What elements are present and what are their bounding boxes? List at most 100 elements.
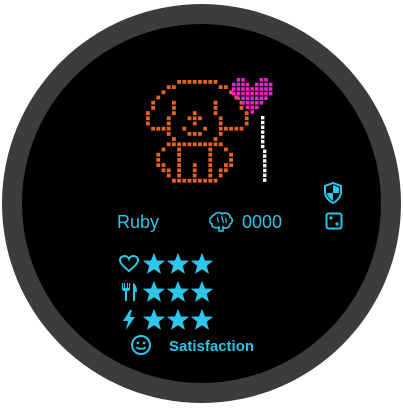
star-icon <box>142 308 166 332</box>
heart-outline-icon <box>116 252 142 276</box>
pet-pixel <box>172 137 176 141</box>
pet-pixel <box>224 126 228 131</box>
star-icon <box>166 252 190 276</box>
stat-row-happiness <box>116 252 214 276</box>
balloon-pixel <box>245 82 250 87</box>
pet-pixel <box>213 80 218 84</box>
pet-pixel <box>213 100 218 105</box>
brain-icon <box>208 211 234 232</box>
pet-pixel <box>161 163 166 167</box>
pet-pixel <box>166 85 171 89</box>
balloon-pixel <box>232 91 236 96</box>
balloon-pixel <box>255 101 259 105</box>
balloon-pixel <box>259 96 264 100</box>
pet-pixel <box>156 126 161 131</box>
pet-pixel <box>229 126 233 131</box>
star-icon <box>166 308 190 332</box>
pet-pixel <box>166 173 171 178</box>
balloon-pixel <box>245 101 250 105</box>
balloon-pixel <box>241 96 245 100</box>
star-icon <box>190 252 214 276</box>
pet-pixel <box>218 85 223 89</box>
pet-pixel <box>218 132 223 136</box>
pet-pixel <box>177 163 181 167</box>
pet-pixel <box>192 178 197 183</box>
pet-pixel <box>177 178 181 183</box>
pet-pixel <box>224 163 228 167</box>
stat-row-energy <box>116 308 214 332</box>
pet-pixel <box>187 116 192 121</box>
pet-pixel <box>208 80 213 84</box>
pet-pixel <box>224 168 228 173</box>
pet-pixel <box>177 147 181 152</box>
pet-pixel <box>172 100 176 105</box>
pet-pixel <box>166 132 171 136</box>
balloon-string-pixel <box>263 154 267 158</box>
pet-pixel <box>192 163 197 167</box>
pet-pixel <box>182 126 187 131</box>
pet-pixel <box>203 80 207 84</box>
balloon-pixel <box>268 91 273 96</box>
pet-pixel <box>172 178 176 183</box>
pet-pixel <box>177 80 181 84</box>
star-icon <box>142 252 166 276</box>
pet-pixel <box>229 163 233 167</box>
balloon-pixel <box>236 78 241 82</box>
balloon-pixel <box>241 78 245 82</box>
balloon-pixel <box>241 91 245 96</box>
shield-icon[interactable] <box>323 182 343 204</box>
pet-pixel <box>208 152 213 157</box>
points-counter: 0000 <box>242 212 283 232</box>
pet-pixel <box>198 116 202 121</box>
dice-icon[interactable] <box>325 212 343 230</box>
balloon-pixel <box>259 78 264 82</box>
pet-pixel <box>161 90 166 95</box>
pet-pixel <box>151 126 155 131</box>
pet-pixel <box>208 173 213 178</box>
pet-pixel <box>182 80 187 84</box>
balloon-pixel <box>236 87 241 91</box>
pet-pixel <box>213 178 218 183</box>
balloon-string-pixel <box>263 178 267 182</box>
balloon-pixel <box>264 82 268 87</box>
pet-pixel <box>203 178 207 183</box>
pet-pixel <box>213 142 218 147</box>
pet-pixel <box>151 106 155 110</box>
balloon-string-pixel <box>261 144 265 149</box>
balloon-pixel <box>236 82 241 87</box>
balloon-pixel <box>259 82 264 87</box>
balloon-string-pixel <box>261 125 265 129</box>
pet-pixel <box>203 126 207 131</box>
pet-pixel <box>166 121 171 126</box>
balloon-pixel <box>259 87 264 91</box>
lightning-icon <box>116 308 142 332</box>
pet-dog-sprite[interactable] <box>144 76 276 194</box>
balloon-pixel <box>255 91 259 96</box>
pet-pixel <box>182 178 187 183</box>
stat-row-hunger <box>116 280 214 304</box>
pet-name: Ruby <box>117 212 160 232</box>
fork-knife-icon <box>116 280 142 304</box>
star-icon <box>142 280 166 304</box>
smiley-icon <box>131 335 151 355</box>
balloon-pixel <box>264 96 268 100</box>
pet-pixel <box>146 111 150 115</box>
happiness-stars <box>142 252 214 276</box>
pet-pixel <box>229 152 233 157</box>
pet-pixel <box>166 116 171 121</box>
pet-pixel <box>192 116 197 121</box>
balloon-pixel <box>245 87 250 91</box>
balloon-string-pixel <box>263 159 267 163</box>
pet-pixel <box>192 121 197 126</box>
pet-pixel <box>161 126 166 131</box>
pet-pixel <box>166 126 171 131</box>
balloon-pixel <box>255 96 259 100</box>
pet-pixel <box>208 158 213 162</box>
pet-pixel <box>198 132 202 136</box>
balloon-pixel <box>245 91 250 96</box>
balloon-pixel <box>259 101 264 105</box>
pet-pixel <box>156 158 161 162</box>
balloon-pixel <box>264 78 268 82</box>
balloon-pixel <box>250 91 254 96</box>
balloon-pixel <box>255 105 259 110</box>
